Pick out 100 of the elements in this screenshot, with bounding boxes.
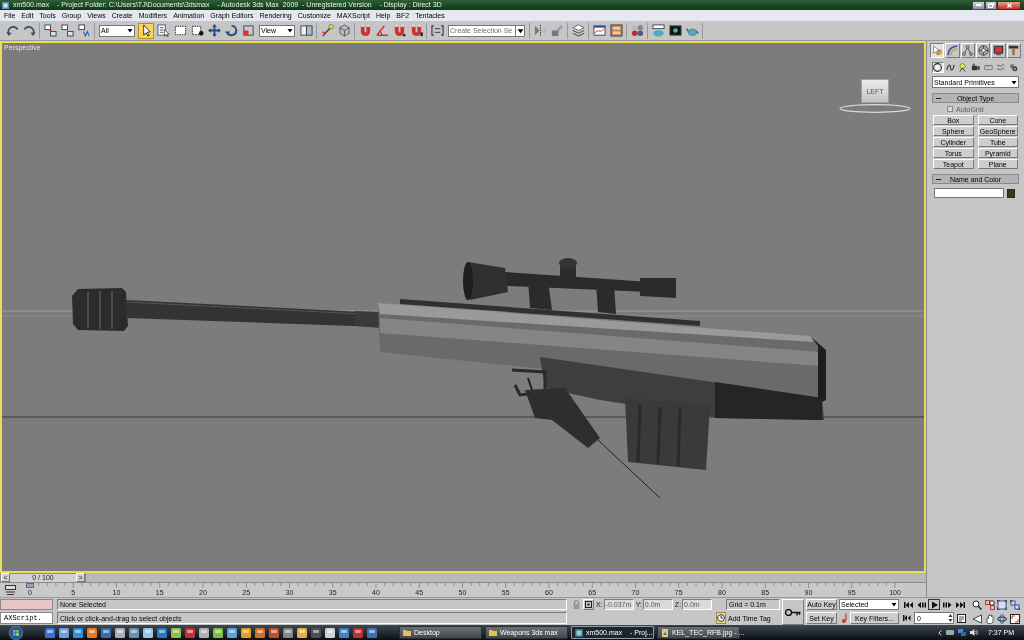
dashed-rectangle-icon (173, 24, 187, 37)
pin-icon (840, 613, 848, 623)
absolute-mode-button[interactable] (583, 599, 594, 610)
app-icon[interactable] (171, 627, 181, 638)
category-button[interactable] (1007, 62, 1020, 73)
viewport-navigation-button[interactable] (983, 613, 996, 625)
up-down-arrows-icon (948, 613, 953, 623)
app-icon[interactable] (129, 627, 139, 638)
minimize-button[interactable] (972, 0, 985, 10)
toolbar-button[interactable] (570, 22, 586, 39)
app-icon[interactable] (283, 627, 293, 638)
undo-icon (5, 24, 19, 37)
network-icon[interactable] (957, 628, 966, 637)
app-icon[interactable] (297, 627, 307, 638)
magnet-icon (358, 24, 372, 37)
magnifier-squares-icon (984, 600, 995, 610)
app-icon[interactable] (157, 627, 167, 638)
toolbar-button[interactable] (42, 22, 58, 39)
playback-button[interactable] (915, 599, 927, 610)
app-icon[interactable] (367, 627, 377, 638)
toolbar-button[interactable] (667, 22, 683, 39)
app-icon[interactable] (255, 627, 265, 638)
cube-icon (337, 24, 351, 37)
time-tag-button[interactable] (716, 612, 726, 624)
skip-back-icon (903, 615, 911, 621)
toolbar-button[interactable] (59, 22, 75, 39)
app-icon[interactable] (101, 627, 111, 638)
viewport-navigation-button[interactable] (1008, 613, 1021, 625)
app-icon[interactable] (87, 627, 97, 638)
app-icon[interactable] (241, 627, 251, 638)
folder-icon (403, 628, 411, 637)
blocks-icon (550, 24, 564, 37)
playback-button[interactable] (954, 599, 966, 610)
orbit-rings-icon (997, 614, 1007, 624)
layers-icon (571, 24, 585, 37)
viewport-navigation-button[interactable] (996, 613, 1008, 625)
skip-to-start-icon (903, 600, 913, 609)
speaker-icon[interactable] (969, 629, 978, 636)
maximize-button[interactable] (985, 0, 997, 10)
split-square-icon (299, 24, 313, 37)
category-button[interactable] (932, 62, 944, 73)
playback-button[interactable] (902, 599, 914, 610)
rifle-model-drawing[interactable] (72, 258, 826, 470)
color-swatch-icon[interactable] (1007, 188, 1015, 198)
viewport-navigation-button[interactable] (983, 599, 996, 611)
sphere-icon (933, 63, 943, 72)
curve-editor-toggle[interactable] (3, 584, 17, 596)
mirror-icon (533, 24, 547, 37)
magnet-icon (409, 24, 423, 37)
toolbar-button[interactable] (138, 22, 154, 39)
toolbar-button[interactable] (650, 22, 666, 39)
app-icon[interactable] (353, 627, 363, 638)
hammer-icon (1008, 45, 1020, 56)
category-button[interactable] (944, 62, 957, 73)
app-icon[interactable] (325, 627, 335, 638)
viewport-navigation-button[interactable] (971, 599, 983, 611)
toolbar-button[interactable] (298, 22, 314, 39)
app-icon[interactable] (45, 627, 55, 638)
current-frame-marker[interactable] (26, 583, 34, 588)
app-icon[interactable] (73, 627, 83, 638)
app-icon[interactable] (269, 627, 279, 638)
viewport-navigation-button[interactable] (971, 613, 983, 625)
key-mode-button[interactable] (839, 612, 849, 624)
app-icon[interactable] (59, 627, 69, 638)
close-button[interactable] (997, 0, 1021, 10)
listener-output-field[interactable] (0, 599, 53, 610)
chevron-icon[interactable] (937, 629, 942, 636)
caret-icon (126, 26, 134, 35)
device-icon[interactable] (945, 629, 954, 636)
time-configuration-button[interactable] (956, 612, 967, 624)
toolbar-button[interactable] (76, 22, 92, 39)
toolbar-button[interactable] (591, 22, 607, 39)
start-orb-icon[interactable] (9, 625, 23, 640)
app-icon[interactable] (311, 627, 321, 638)
set-key-mode-button[interactable] (782, 599, 804, 625)
category-button[interactable] (957, 62, 969, 73)
object-name-field[interactable] (934, 188, 1004, 198)
app-icon[interactable] (185, 627, 195, 638)
list-pointer-icon (156, 24, 170, 37)
app-icon[interactable] (143, 627, 153, 638)
camera-icon (971, 63, 980, 72)
magnet-icon (392, 24, 406, 37)
play-icon (929, 600, 939, 609)
viewport-navigation-button[interactable] (996, 599, 1008, 611)
ring-icon[interactable] (839, 104, 911, 113)
brackets-icon (430, 24, 444, 37)
playback-button[interactable] (941, 599, 953, 610)
app-icon[interactable] (339, 627, 349, 638)
app-icon[interactable] (199, 627, 209, 638)
app-icon[interactable] (115, 627, 125, 638)
app-icon[interactable] (213, 627, 223, 638)
square-zigzag-icon (77, 24, 91, 37)
redo-icon (22, 24, 36, 37)
folder-icon (489, 628, 497, 637)
link-icon (43, 24, 57, 37)
category-button[interactable] (969, 62, 982, 73)
dropdown-button[interactable] (516, 24, 525, 37)
app-icon[interactable] (227, 627, 237, 638)
playback-button[interactable] (928, 599, 940, 610)
key-mode-toggle[interactable] (902, 612, 912, 624)
